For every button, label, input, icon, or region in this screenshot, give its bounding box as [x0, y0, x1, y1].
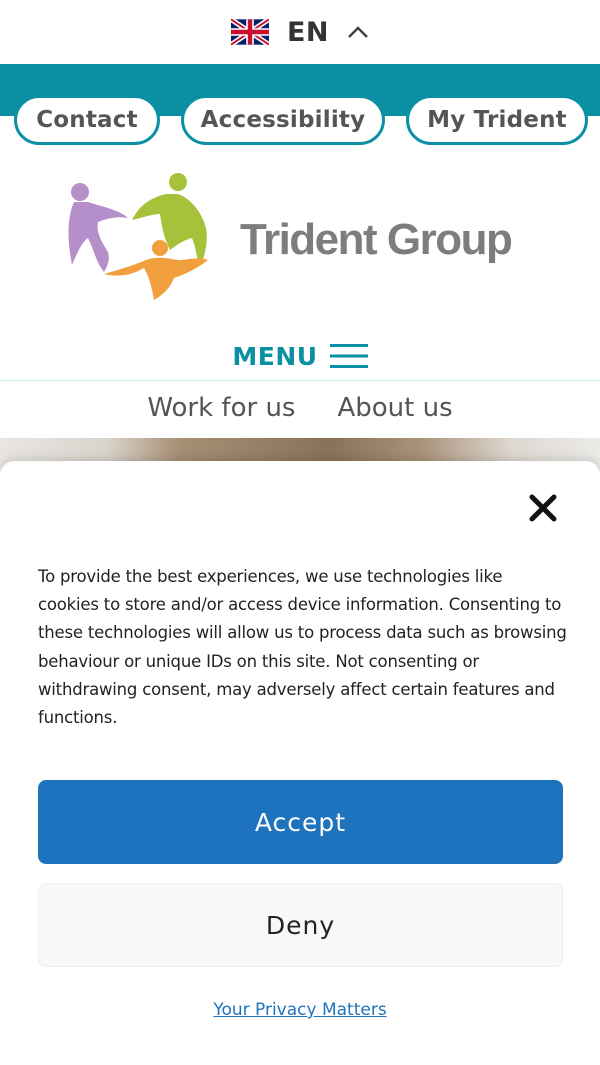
uk-flag-icon	[230, 19, 269, 45]
privacy-link[interactable]: Your Privacy Matters	[0, 1000, 600, 1020]
language-code: EN	[286, 16, 330, 48]
contact-button[interactable]: Contact	[14, 95, 160, 145]
accept-button[interactable]: Accept	[38, 780, 563, 864]
menu-label: MENU	[232, 341, 318, 371]
hamburger-icon	[329, 344, 368, 368]
cookie-consent-text: To provide the best experiences, we use …	[38, 567, 567, 728]
logo-text: Trident Group	[240, 215, 513, 264]
accessibility-button[interactable]: Accessibility	[181, 95, 385, 145]
cookie-consent-modal	[0, 461, 600, 1065]
trident-group-logo[interactable]: Trident Group	[60, 170, 540, 310]
nav-about-us[interactable]: About us	[337, 393, 452, 423]
deny-button[interactable]: Deny	[38, 883, 563, 967]
close-icon[interactable]	[526, 491, 560, 525]
header-divider	[0, 380, 600, 381]
menu-toggle-button[interactable]: MENU	[0, 336, 600, 376]
nav-work-for-us[interactable]: Work for us	[147, 393, 295, 423]
my-trident-button[interactable]: My Trident	[406, 95, 588, 145]
language-selector[interactable]: EN	[0, 0, 600, 64]
people-circle-logo-icon	[68, 173, 208, 300]
chevron-up-icon	[348, 26, 368, 38]
secondary-nav: Work for us About us	[0, 393, 600, 423]
